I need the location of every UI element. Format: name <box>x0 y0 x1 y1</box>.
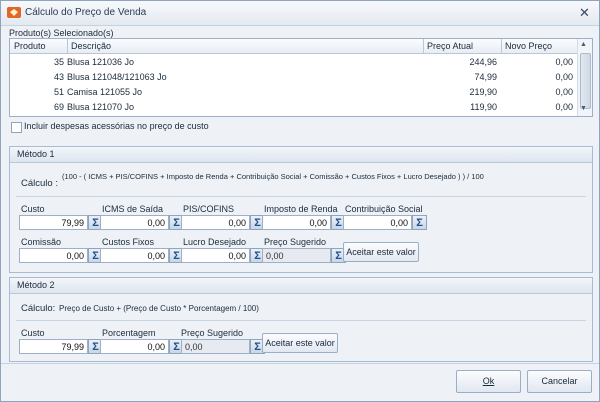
scroll-down-icon[interactable]: ▼ <box>580 105 587 112</box>
scroll-thumb[interactable] <box>580 53 591 109</box>
cell-descricao: Camisa 121055 Jo <box>67 87 143 97</box>
close-icon[interactable]: ✕ <box>576 4 593 21</box>
comissao-label: Comissão <box>21 237 62 247</box>
table-header: Produto Descrição Preço Atual Novo Preço <box>10 39 577 54</box>
metodo1-group: Método 1 Cálculo : (100 - ( ICMS + PIS/C… <box>9 146 593 273</box>
preco-sugerido-label: Preço Sugerido <box>264 237 327 247</box>
comissao-field: Σ <box>19 248 104 263</box>
title-bar: Cálculo do Preço de Venda ✕ <box>1 1 599 26</box>
metodo2-header: Método 2 <box>10 278 592 294</box>
cell-preco-atual: 219,90 <box>469 87 497 97</box>
cell-novo-preco[interactable]: 0,00 <box>506 87 573 97</box>
comissao-input[interactable] <box>19 248 88 263</box>
include-expenses-checkbox[interactable] <box>11 122 22 133</box>
porcentagem-field: Σ <box>100 339 185 354</box>
table-row[interactable]: 69 Blusa 121070 Jo 119,90 0,00 <box>10 100 577 115</box>
custo-input[interactable] <box>19 215 88 230</box>
contribuicao-label: Contribuição Social <box>345 204 423 214</box>
imposto-renda-input[interactable] <box>262 215 331 230</box>
contribuicao-field: Σ <box>343 215 428 230</box>
imposto-renda-field: Σ <box>262 215 347 230</box>
include-expenses-label: Incluir despesas acessórias no preço de … <box>24 121 209 131</box>
custo-label: Custo <box>21 204 45 214</box>
preco-sugerido-field: Σ <box>262 248 347 263</box>
metodo2-formula: Preço de Custo + (Preço de Custo * Porce… <box>59 304 259 313</box>
column-header-descricao[interactable]: Descrição <box>71 41 111 51</box>
metodo1-title: Método 1 <box>17 149 55 159</box>
lucro-label: Lucro Desejado <box>183 237 247 247</box>
metodo2-accept-button[interactable]: Aceitar este valor <box>262 333 338 353</box>
pis-cofins-field: Σ <box>181 215 266 230</box>
custos-fixos-field: Σ <box>100 248 185 263</box>
metodo2-group: Método 2 Cálculo: Preço de Custo + (Preç… <box>9 277 593 362</box>
cell-novo-preco[interactable]: 0,00 <box>506 57 573 67</box>
metodo1-calc-label: Cálculo : <box>21 178 58 189</box>
table-row[interactable]: 35 Blusa 121036 Jo 244,96 0,00 <box>10 55 577 70</box>
icms-label: ICMS de Saída <box>102 204 164 214</box>
imposto-renda-label: Imposto de Renda <box>264 204 338 214</box>
lucro-input[interactable] <box>181 248 250 263</box>
cell-descricao: Blusa 121048/121063 Jo <box>67 72 167 82</box>
cell-novo-preco[interactable]: 0,00 <box>506 72 573 82</box>
contribuicao-input[interactable] <box>343 215 412 230</box>
app-icon <box>7 7 21 18</box>
icms-input[interactable] <box>100 215 169 230</box>
metodo2-custo-field: Σ <box>19 339 104 354</box>
scroll-up-icon[interactable]: ▲ <box>580 41 587 48</box>
cell-preco-atual: 244,96 <box>469 57 497 67</box>
products-section-label: Produto(s) Selecionado(s) <box>9 28 114 38</box>
cell-preco-atual: 74,99 <box>474 72 497 82</box>
column-header-novo-preco[interactable]: Novo Preço <box>505 41 552 51</box>
metodo2-preco-sugerido-label: Preço Sugerido <box>181 328 244 338</box>
metodo2-custo-input[interactable] <box>19 339 88 354</box>
cell-descricao: Blusa 121070 Jo <box>67 102 135 112</box>
cell-preco-atual: 119,90 <box>470 102 497 112</box>
dialog-window: Cálculo do Preço de Venda ✕ Produto(s) S… <box>0 0 600 402</box>
custos-fixos-label: Custos Fixos <box>102 237 155 247</box>
metodo2-preco-sugerido-field: Σ <box>181 339 266 354</box>
pis-cofins-input[interactable] <box>181 215 250 230</box>
metodo1-header: Método 1 <box>10 147 592 163</box>
column-header-preco-atual[interactable]: Preço Atual <box>427 41 473 51</box>
vertical-scrollbar[interactable]: ▲ ▼ <box>577 39 592 116</box>
custos-fixos-input[interactable] <box>100 248 169 263</box>
metodo2-custo-label: Custo <box>21 328 45 338</box>
preco-sugerido-output <box>262 248 331 263</box>
metodo2-calc-label: Cálculo: <box>21 303 56 314</box>
lucro-field: Σ <box>181 248 266 263</box>
metodo2-preco-sugerido-output <box>181 339 250 354</box>
cell-descricao: Blusa 121036 Jo <box>67 57 135 67</box>
products-table[interactable]: Produto Descrição Preço Atual Novo Preço… <box>9 38 593 117</box>
table-row[interactable]: 43 Blusa 121048/121063 Jo 74,99 0,00 <box>10 70 577 85</box>
footer-divider <box>1 363 599 364</box>
porcentagem-input[interactable] <box>100 339 169 354</box>
porcentagem-label: Porcentagem <box>102 328 156 338</box>
custo-field: Σ <box>19 215 104 230</box>
cell-produto: 35 <box>53 57 64 67</box>
metodo2-title: Método 2 <box>17 280 55 290</box>
cancel-button[interactable]: Cancelar <box>527 370 592 393</box>
metodo1-formula: (100 - ( ICMS + PIS/COFINS + Imposto de … <box>62 172 484 181</box>
cell-produto: 51 <box>53 87 64 97</box>
cell-produto: 43 <box>53 72 64 82</box>
ok-button[interactable]: Ok <box>456 370 521 393</box>
ok-button-label: Ok <box>482 376 495 386</box>
table-row[interactable]: 51 Camisa 121055 Jo 219,90 0,00 <box>10 85 577 100</box>
metodo1-accept-button[interactable]: Aceitar este valor <box>343 242 419 262</box>
cell-produto: 69 <box>53 102 64 112</box>
pis-cofins-label: PIS/COFINS <box>183 204 235 214</box>
column-header-produto[interactable]: Produto <box>14 41 46 51</box>
cell-novo-preco[interactable]: 0,00 <box>506 102 573 112</box>
contribuicao-sigma-button[interactable]: Σ <box>412 215 427 230</box>
window-title: Cálculo do Preço de Venda <box>25 7 147 18</box>
icms-field: Σ <box>100 215 185 230</box>
